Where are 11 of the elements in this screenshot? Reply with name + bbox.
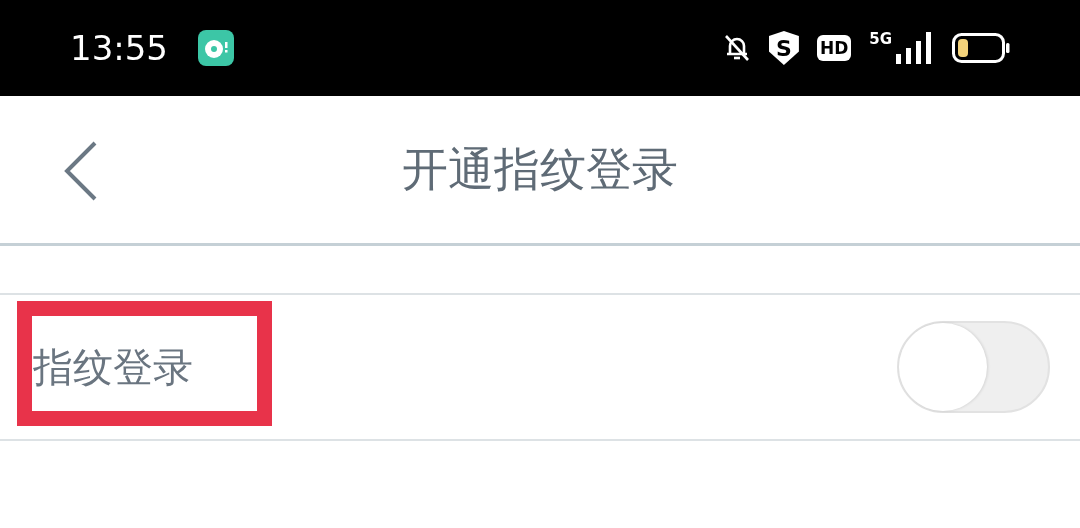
setting-label: 指纹登录 — [33, 342, 194, 392]
page-title: 开通指纹登录 — [402, 140, 678, 198]
network-type: 5G — [869, 30, 892, 48]
battery-icon — [952, 33, 1010, 63]
shield-icon: S — [768, 31, 799, 65]
back-icon[interactable] — [64, 141, 98, 201]
app-notification-icon — [198, 30, 234, 66]
hd-badge: HD — [816, 35, 852, 61]
status-time: 13:55 — [70, 28, 168, 68]
bell-muted-icon — [722, 33, 751, 63]
signal-icon — [896, 32, 934, 64]
